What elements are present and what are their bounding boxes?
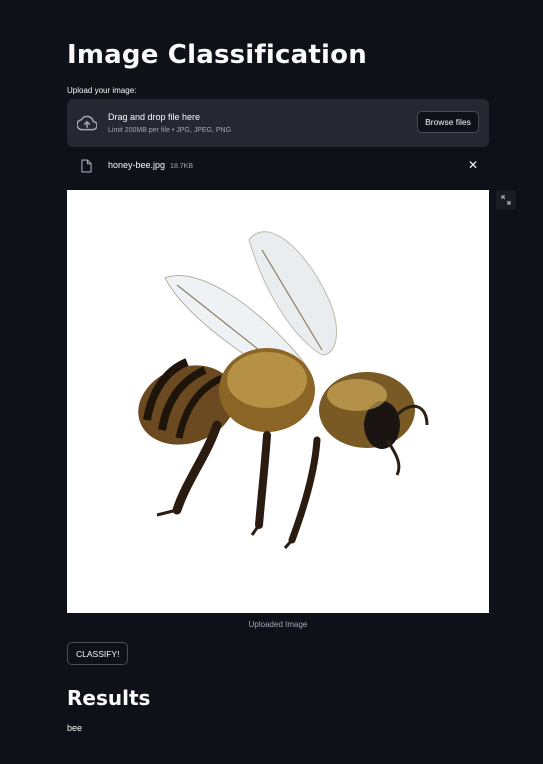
file-size: 18.7KB bbox=[170, 163, 194, 170]
uploaded-image bbox=[67, 190, 489, 613]
dropzone-limit-text: Limit 200MB per file • JPG, JPEG, PNG bbox=[108, 127, 232, 134]
browse-files-button[interactable]: Browse files bbox=[417, 111, 479, 133]
page-title: Image Classification bbox=[67, 40, 367, 70]
file-name: honey-bee.jpg bbox=[108, 160, 166, 170]
remove-file-close-icon[interactable]: ✕ bbox=[468, 158, 478, 172]
file-dropzone[interactable]: Drag and drop file here Limit 200MB per … bbox=[67, 99, 489, 147]
bee-illustration bbox=[138, 231, 429, 549]
result-value: bee bbox=[67, 723, 83, 733]
dropzone-instructions: Drag and drop file here bbox=[108, 112, 201, 122]
uploaded-file-row: honey-bee.jpg 18.7KB ✕ bbox=[67, 155, 489, 177]
cloud-upload-icon bbox=[77, 115, 97, 131]
file-icon bbox=[81, 159, 92, 173]
image-caption: Uploaded Image bbox=[248, 620, 308, 629]
results-heading: Results bbox=[67, 686, 151, 710]
classify-button[interactable]: CLASSIFY! bbox=[67, 642, 129, 665]
upload-label: Upload your image: bbox=[67, 86, 137, 95]
fullscreen-expand-icon[interactable] bbox=[496, 190, 516, 210]
